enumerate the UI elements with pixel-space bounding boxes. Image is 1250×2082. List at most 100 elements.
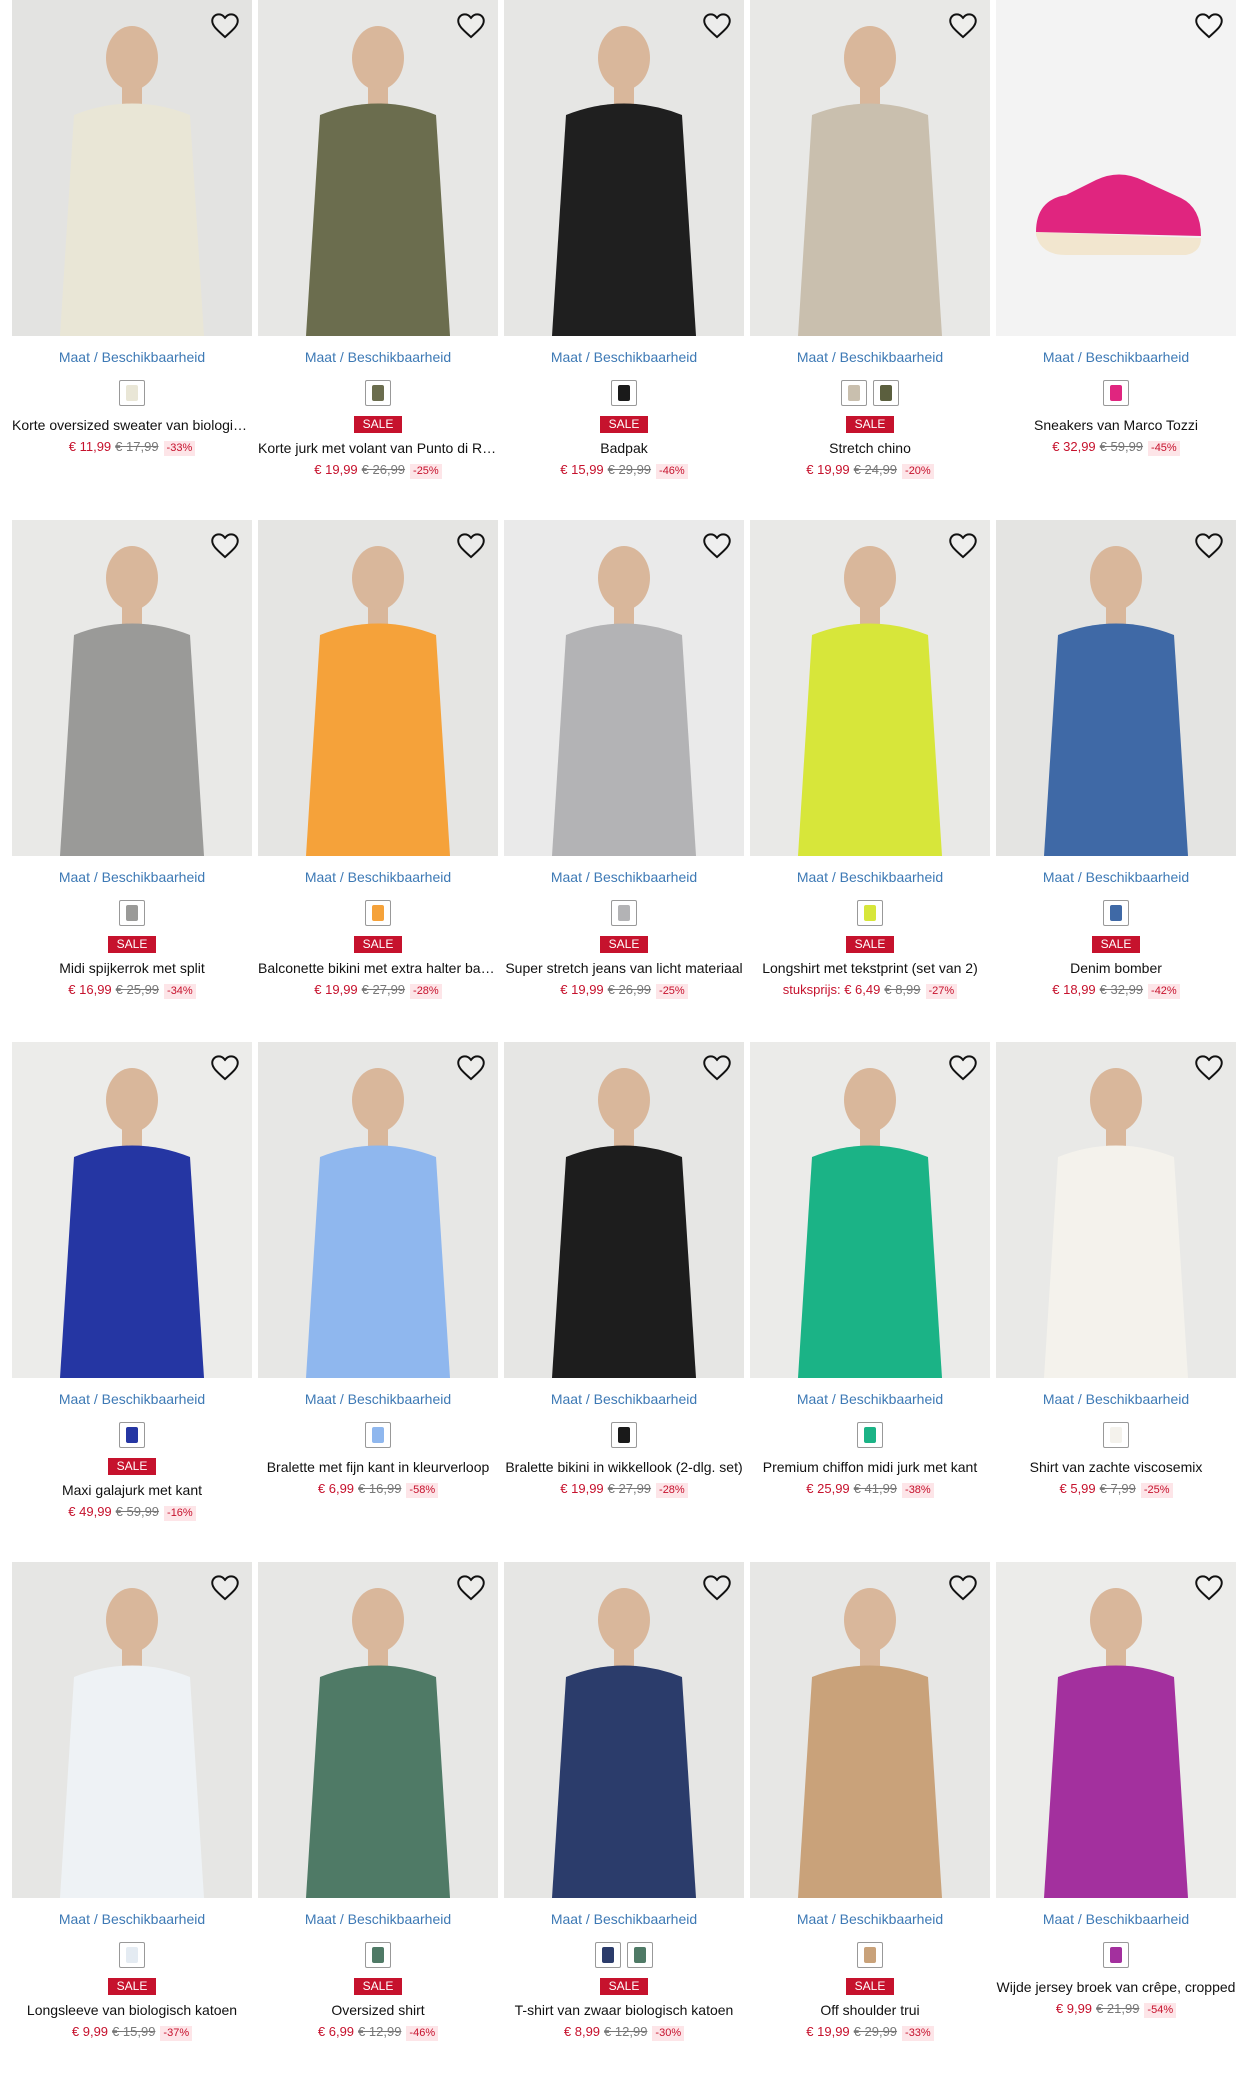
favorite-heart-icon[interactable]	[946, 8, 980, 42]
product-photo[interactable]	[750, 1042, 990, 1378]
product-card[interactable]: Maat / Beschikbaarheid Wijde jersey broek…	[996, 1562, 1236, 2018]
product-card[interactable]: Maat / Beschikbaarheid SALE Denim bomber € …	[996, 520, 1236, 999]
color-swatch[interactable]	[873, 380, 899, 406]
color-swatch[interactable]	[627, 1942, 653, 1968]
product-card[interactable]: Maat / Beschikbaarheid SALE T-shirt van zw…	[504, 1562, 744, 2041]
size-availability-link[interactable]: Maat / Beschikbaarheid	[258, 348, 498, 366]
size-availability-link[interactable]: Maat / Beschikbaarheid	[996, 1910, 1236, 1928]
product-card[interactable]: Maat / Beschikbaarheid SALE Stretch chino €…	[750, 0, 990, 479]
product-name[interactable]: Longshirt met tekstprint (set van 2)	[750, 959, 990, 977]
size-availability-link[interactable]: Maat / Beschikbaarheid	[750, 348, 990, 366]
product-card[interactable]: Maat / Beschikbaarheid Sneakers van Marco…	[996, 0, 1236, 456]
favorite-heart-icon[interactable]	[454, 1570, 488, 1604]
product-card[interactable]: Maat / Beschikbaarheid SALE Badpak € 15,99 €…	[504, 0, 744, 479]
product-photo[interactable]	[996, 520, 1236, 856]
size-availability-link[interactable]: Maat / Beschikbaarheid	[504, 1910, 744, 1928]
size-availability-link[interactable]: Maat / Beschikbaarheid	[12, 868, 252, 886]
color-swatch[interactable]	[119, 900, 145, 926]
product-card[interactable]: Maat / Beschikbaarheid SALE Korte jurk met…	[258, 0, 498, 479]
product-photo[interactable]	[504, 520, 744, 856]
product-name[interactable]: Wijde jersey broek van crêpe, cropped	[996, 1978, 1236, 1996]
size-availability-link[interactable]: Maat / Beschikbaarheid	[996, 1390, 1236, 1408]
product-card[interactable]: Maat / Beschikbaarheid SALE Oversized shir…	[258, 1562, 498, 2041]
size-availability-link[interactable]: Maat / Beschikbaarheid	[258, 1390, 498, 1408]
size-availability-link[interactable]: Maat / Beschikbaarheid	[750, 1390, 990, 1408]
favorite-heart-icon[interactable]	[700, 1050, 734, 1084]
product-photo[interactable]	[258, 1562, 498, 1898]
product-name[interactable]: Midi spijkerrok met split	[12, 959, 252, 977]
color-swatch[interactable]	[857, 1942, 883, 1968]
product-name[interactable]: Bralette met fijn kant in kleurverloop	[258, 1458, 498, 1476]
favorite-heart-icon[interactable]	[946, 528, 980, 562]
size-availability-link[interactable]: Maat / Beschikbaarheid	[996, 348, 1236, 366]
product-card[interactable]: Maat / Beschikbaarheid Premium chiffon mi…	[750, 1042, 990, 1498]
color-swatch[interactable]	[119, 1422, 145, 1448]
color-swatch[interactable]	[611, 1422, 637, 1448]
favorite-heart-icon[interactable]	[208, 1570, 242, 1604]
color-swatch[interactable]	[365, 1422, 391, 1448]
color-swatch[interactable]	[857, 1422, 883, 1448]
product-card[interactable]: Maat / Beschikbaarheid SALE Longshirt met …	[750, 520, 990, 999]
product-card[interactable]: Maat / Beschikbaarheid SALE Midi spijkerro…	[12, 520, 252, 999]
color-swatch[interactable]	[119, 1942, 145, 1968]
favorite-heart-icon[interactable]	[1192, 8, 1226, 42]
color-swatch[interactable]	[365, 1942, 391, 1968]
size-availability-link[interactable]: Maat / Beschikbaarheid	[258, 1910, 498, 1928]
product-photo[interactable]	[996, 1042, 1236, 1378]
product-photo[interactable]	[258, 520, 498, 856]
product-name[interactable]: Premium chiffon midi jurk met kant	[750, 1458, 990, 1476]
product-photo[interactable]	[258, 0, 498, 336]
product-name[interactable]: Balconette bikini met extra halter bandj…	[258, 959, 498, 977]
size-availability-link[interactable]: Maat / Beschikbaarheid	[258, 868, 498, 886]
size-availability-link[interactable]: Maat / Beschikbaarheid	[750, 868, 990, 886]
product-card[interactable]: Maat / Beschikbaarheid SALE Maxi galajurk …	[12, 1042, 252, 1521]
favorite-heart-icon[interactable]	[700, 8, 734, 42]
product-name[interactable]: Sneakers van Marco Tozzi	[996, 416, 1236, 434]
product-photo[interactable]	[750, 520, 990, 856]
product-card[interactable]: Maat / Beschikbaarheid Bralette bikini in…	[504, 1042, 744, 1498]
color-swatch[interactable]	[1103, 1422, 1129, 1448]
favorite-heart-icon[interactable]	[1192, 1570, 1226, 1604]
color-swatch[interactable]	[857, 900, 883, 926]
favorite-heart-icon[interactable]	[946, 1570, 980, 1604]
color-swatch[interactable]	[365, 380, 391, 406]
favorite-heart-icon[interactable]	[208, 528, 242, 562]
favorite-heart-icon[interactable]	[700, 528, 734, 562]
product-name[interactable]: Korte oversized sweater van biologisch k…	[12, 416, 252, 434]
color-swatch[interactable]	[1103, 380, 1129, 406]
favorite-heart-icon[interactable]	[946, 1050, 980, 1084]
favorite-heart-icon[interactable]	[1192, 1050, 1226, 1084]
product-photo[interactable]	[996, 1562, 1236, 1898]
favorite-heart-icon[interactable]	[208, 1050, 242, 1084]
product-photo[interactable]	[258, 1042, 498, 1378]
favorite-heart-icon[interactable]	[454, 528, 488, 562]
product-card[interactable]: Maat / Beschikbaarheid SALE Off shoulder t…	[750, 1562, 990, 2041]
product-photo[interactable]	[12, 520, 252, 856]
product-name[interactable]: Korte jurk met volant van Punto di Roma	[258, 439, 498, 457]
favorite-heart-icon[interactable]	[208, 8, 242, 42]
size-availability-link[interactable]: Maat / Beschikbaarheid	[504, 1390, 744, 1408]
color-swatch[interactable]	[841, 380, 867, 406]
product-photo[interactable]	[504, 1562, 744, 1898]
size-availability-link[interactable]: Maat / Beschikbaarheid	[12, 1910, 252, 1928]
product-name[interactable]: Super stretch jeans van licht materiaal	[504, 959, 744, 977]
product-name[interactable]: T-shirt van zwaar biologisch katoen	[504, 2001, 744, 2019]
product-name[interactable]: Off shoulder trui	[750, 2001, 990, 2019]
product-card[interactable]: Maat / Beschikbaarheid SALE Longsleeve van…	[12, 1562, 252, 2041]
product-name[interactable]: Oversized shirt	[258, 2001, 498, 2019]
product-card[interactable]: Maat / Beschikbaarheid SALE Super stretch …	[504, 520, 744, 999]
product-name[interactable]: Stretch chino	[750, 439, 990, 457]
product-name[interactable]: Maxi galajurk met kant	[12, 1481, 252, 1499]
color-swatch[interactable]	[1103, 900, 1129, 926]
color-swatch[interactable]	[611, 380, 637, 406]
color-swatch[interactable]	[611, 900, 637, 926]
product-card[interactable]: Maat / Beschikbaarheid Shirt van zachte v…	[996, 1042, 1236, 1498]
product-name[interactable]: Bralette bikini in wikkellook (2-dlg. se…	[504, 1458, 744, 1476]
product-name[interactable]: Denim bomber	[996, 959, 1236, 977]
product-card[interactable]: Maat / Beschikbaarheid Bralette met fijn …	[258, 1042, 498, 1498]
product-card[interactable]: Maat / Beschikbaarheid SALE Balconette bik…	[258, 520, 498, 999]
product-photo[interactable]	[12, 1042, 252, 1378]
favorite-heart-icon[interactable]	[454, 8, 488, 42]
product-photo[interactable]	[504, 0, 744, 336]
product-name[interactable]: Longsleeve van biologisch katoen	[12, 2001, 252, 2019]
